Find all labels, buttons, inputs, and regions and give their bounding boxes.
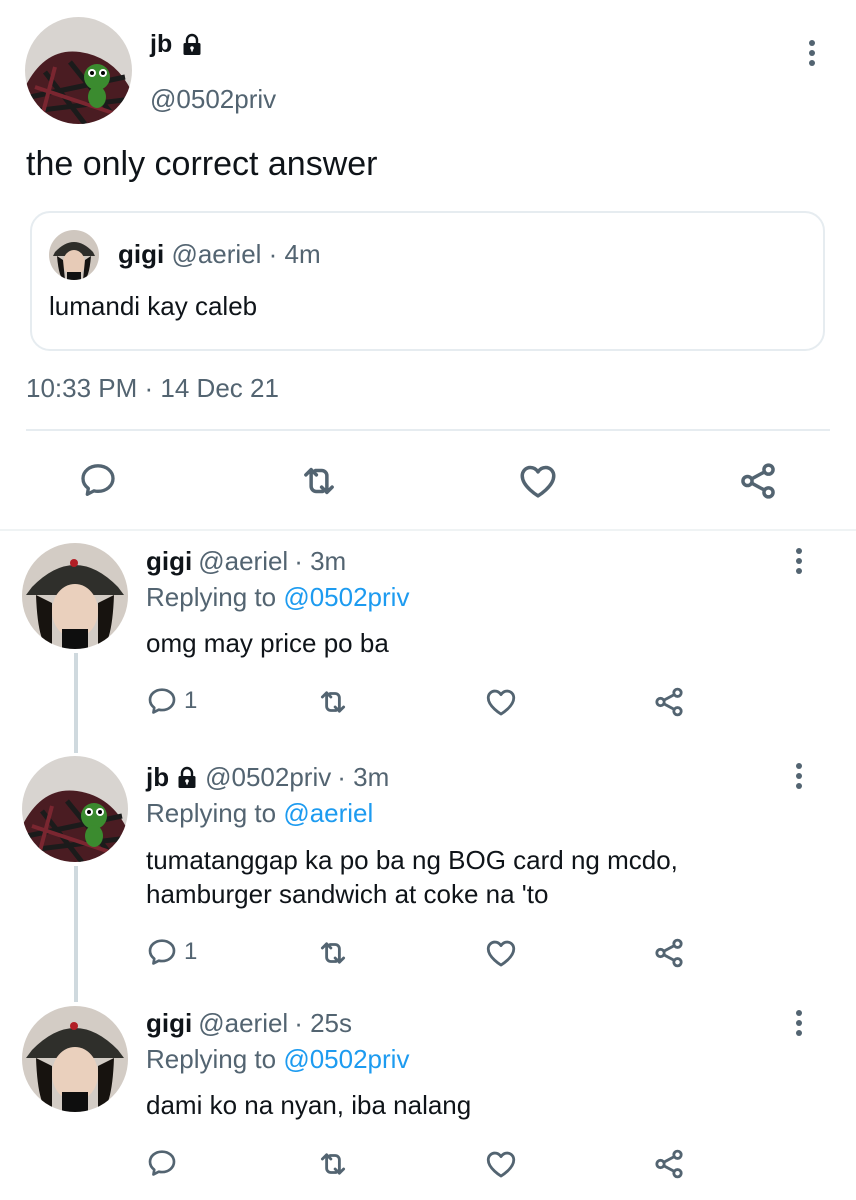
more-icon[interactable] (789, 545, 809, 577)
thread-line (74, 653, 78, 753)
reply-avatar[interactable] (22, 1006, 128, 1112)
reply-icon (146, 1147, 178, 1179)
like-button[interactable] (484, 685, 518, 719)
reply-handle[interactable]: @0502priv (205, 762, 331, 793)
quoted-avatar (49, 230, 99, 280)
like-icon (484, 1147, 518, 1181)
replying-to-link[interactable]: @0502priv (283, 582, 409, 612)
replying-to: Replying to @aeriel (146, 798, 373, 829)
share-button[interactable] (652, 685, 686, 719)
reply-display-name[interactable]: gigi (146, 1008, 192, 1039)
replying-label: Replying to (146, 798, 277, 828)
share-button[interactable] (652, 1147, 686, 1181)
reply-avatar[interactable] (22, 756, 128, 862)
reply-icon (146, 685, 178, 717)
tweet-text: the only correct answer (26, 145, 378, 183)
author-avatar[interactable] (25, 17, 132, 124)
divider (0, 529, 856, 531)
share-button[interactable] (737, 460, 779, 502)
retweet-button[interactable] (316, 1147, 350, 1181)
reply-icon (78, 460, 118, 500)
more-icon[interactable] (789, 760, 809, 792)
lock-icon (175, 765, 199, 791)
share-button[interactable] (652, 936, 686, 970)
retweet-icon (316, 685, 350, 719)
reply-button[interactable]: 1 (146, 936, 197, 968)
replying-to-link[interactable]: @0502priv (283, 1044, 409, 1074)
reply-handle[interactable]: @aeriel (198, 546, 288, 577)
retweet-button[interactable] (316, 936, 350, 970)
more-icon[interactable] (789, 1007, 809, 1039)
like-button[interactable] (517, 460, 559, 502)
reply-age: · 25s (294, 1008, 353, 1038)
like-icon (517, 460, 559, 502)
quoted-handle: @aeriel (171, 239, 262, 269)
thread-line (74, 866, 78, 1002)
retweet-button[interactable] (316, 685, 350, 719)
author-handle[interactable]: @0502priv (150, 84, 276, 115)
share-icon (737, 460, 779, 502)
replying-to-link[interactable]: @aeriel (283, 798, 373, 828)
replying-to: Replying to @0502priv (146, 582, 409, 613)
replying-label: Replying to (146, 1044, 277, 1074)
reply-age: · 3m (294, 546, 347, 576)
share-icon (652, 936, 686, 970)
reply-text: tumatanggap ka po ba ng BOG card ng mcdo… (146, 845, 678, 909)
quoted-header: gigi @aeriel · 4m (118, 239, 321, 270)
quoted-display-name: gigi (118, 239, 165, 269)
reply-text: dami ko na nyan, iba nalang (146, 1090, 472, 1120)
retweet-button[interactable] (298, 460, 340, 502)
author-display-name[interactable]: jb (150, 30, 172, 59)
replying-to: Replying to @0502priv (146, 1044, 409, 1075)
reply-display-name[interactable]: gigi (146, 546, 192, 577)
reply-header: jb @0502priv · 3m (146, 762, 389, 793)
retweet-icon (316, 1147, 350, 1181)
reply-text: omg may price po ba (146, 628, 389, 658)
like-icon (484, 936, 518, 970)
reply-age: · 3m (337, 762, 390, 792)
like-button[interactable] (484, 936, 518, 970)
author-name-row: jb (150, 30, 204, 59)
more-icon[interactable] (802, 37, 822, 69)
share-icon (652, 1147, 686, 1181)
retweet-icon (316, 936, 350, 970)
reply-header: gigi @aeriel · 3m (146, 546, 346, 577)
retweet-icon (298, 460, 340, 502)
tweet-timestamp[interactable]: 10:33 PM · 14 Dec 21 (26, 373, 279, 404)
like-button[interactable] (484, 1147, 518, 1181)
quoted-text: lumandi kay caleb (49, 291, 258, 321)
quoted-tweet[interactable]: gigi @aeriel · 4m lumandi kay caleb (30, 211, 825, 351)
reply-button[interactable]: 1 (146, 685, 197, 717)
like-icon (484, 685, 518, 719)
reply-icon (146, 936, 178, 968)
reply-count: 1 (184, 687, 198, 714)
divider (26, 429, 830, 431)
reply-button[interactable] (78, 460, 118, 500)
reply-button[interactable] (146, 1147, 178, 1179)
reply-header: gigi @aeriel · 25s (146, 1008, 352, 1039)
replying-label: Replying to (146, 582, 277, 612)
reply-avatar[interactable] (22, 543, 128, 649)
quoted-age: · 4m (268, 239, 321, 269)
reply-display-name[interactable]: jb (146, 762, 169, 793)
reply-handle[interactable]: @aeriel (198, 1008, 288, 1039)
share-icon (652, 685, 686, 719)
lock-icon (180, 32, 204, 58)
reply-count: 1 (184, 938, 198, 965)
